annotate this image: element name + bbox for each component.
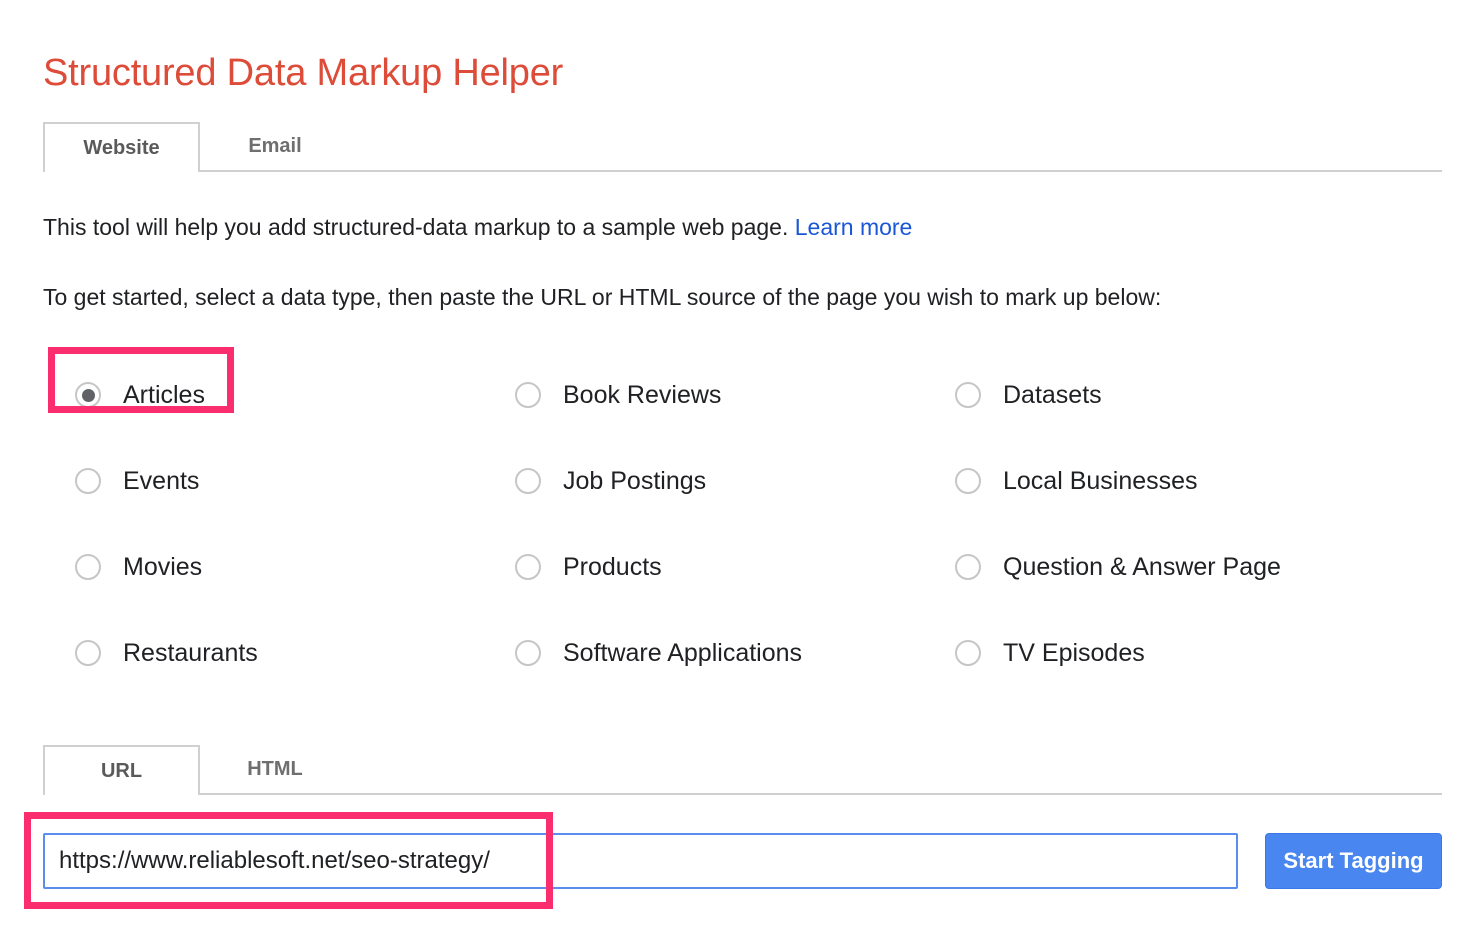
tab-url[interactable]: URL [43, 745, 200, 795]
source-tab-strip: URL HTML [43, 745, 1442, 795]
tab-email[interactable]: Email [200, 122, 350, 170]
tab-html-label: HTML [247, 758, 303, 781]
structured-data-markup-helper-page: Structured Data Markup Helper Website Em… [0, 0, 1476, 932]
intro-paragraph-2: To get started, select a data type, then… [43, 282, 1161, 312]
radio-icon-restaurants[interactable] [75, 640, 101, 666]
radio-label-products: Products [563, 553, 662, 581]
radio-icon-datasets[interactable] [955, 382, 981, 408]
radio-option-datasets[interactable]: Datasets [955, 367, 1106, 423]
intro-paragraph-1-text: This tool will help you add structured-d… [43, 214, 788, 240]
main-tab-strip: Website Email [43, 122, 1442, 172]
radio-icon-movies[interactable] [75, 554, 101, 580]
intro-paragraph-1: This tool will help you add structured-d… [43, 212, 912, 242]
radio-option-events[interactable]: Events [75, 453, 203, 509]
radio-icon-articles[interactable] [75, 382, 101, 408]
radio-option-local-businesses[interactable]: Local Businesses [955, 453, 1202, 509]
radio-label-tv-episodes: TV Episodes [1003, 639, 1145, 667]
radio-label-job-postings: Job Postings [563, 467, 706, 495]
url-input[interactable] [43, 833, 1238, 889]
radio-option-job-postings[interactable]: Job Postings [515, 453, 710, 509]
radio-option-movies[interactable]: Movies [75, 539, 206, 595]
radio-label-events: Events [123, 467, 199, 495]
url-entry-row: Start Tagging [43, 833, 1442, 889]
tab-email-label: Email [248, 135, 301, 158]
page-title: Structured Data Markup Helper [43, 49, 563, 97]
tab-url-label: URL [101, 760, 142, 783]
radio-label-movies: Movies [123, 553, 202, 581]
tab-website[interactable]: Website [43, 122, 200, 172]
radio-icon-question-answer-page[interactable] [955, 554, 981, 580]
radio-label-book-reviews: Book Reviews [563, 381, 721, 409]
radio-label-articles: Articles [123, 381, 205, 409]
radio-option-book-reviews[interactable]: Book Reviews [515, 367, 725, 423]
radio-icon-job-postings[interactable] [515, 468, 541, 494]
tab-website-label: Website [83, 137, 159, 160]
radio-icon-events[interactable] [75, 468, 101, 494]
radio-icon-products[interactable] [515, 554, 541, 580]
data-type-radio-grid: Articles Book Reviews Datasets Events Jo… [75, 352, 1435, 696]
radio-icon-software-applications[interactable] [515, 640, 541, 666]
radio-label-software-applications: Software Applications [563, 639, 802, 667]
radio-option-articles[interactable]: Articles [75, 367, 209, 423]
radio-icon-book-reviews[interactable] [515, 382, 541, 408]
radio-option-restaurants[interactable]: Restaurants [75, 625, 262, 681]
start-tagging-button[interactable]: Start Tagging [1265, 833, 1442, 889]
radio-label-question-answer-page: Question & Answer Page [1003, 553, 1281, 581]
radio-option-software-applications[interactable]: Software Applications [515, 625, 806, 681]
radio-label-restaurants: Restaurants [123, 639, 258, 667]
tab-html[interactable]: HTML [200, 745, 350, 793]
learn-more-link[interactable]: Learn more [795, 214, 913, 240]
radio-label-datasets: Datasets [1003, 381, 1102, 409]
radio-option-question-answer-page[interactable]: Question & Answer Page [955, 539, 1285, 595]
radio-icon-tv-episodes[interactable] [955, 640, 981, 666]
radio-label-local-businesses: Local Businesses [1003, 467, 1198, 495]
radio-option-products[interactable]: Products [515, 539, 666, 595]
radio-option-tv-episodes[interactable]: TV Episodes [955, 625, 1149, 681]
radio-icon-local-businesses[interactable] [955, 468, 981, 494]
